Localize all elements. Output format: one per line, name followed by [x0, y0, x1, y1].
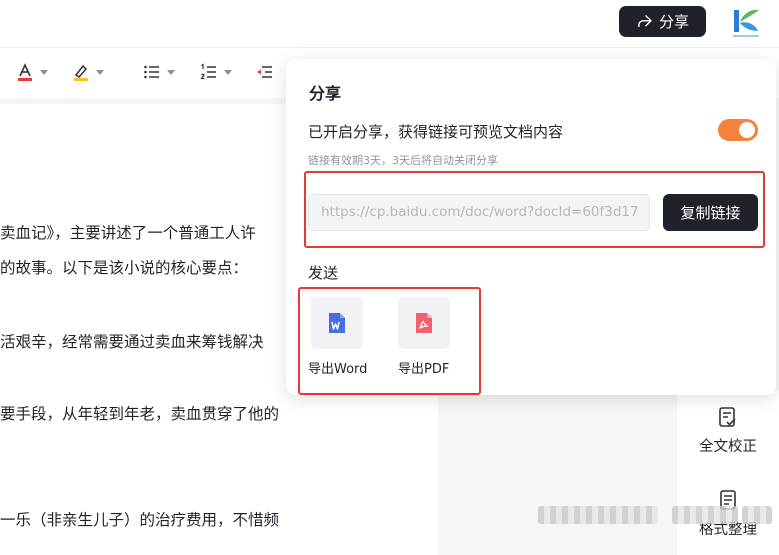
highlight-tool[interactable]: [72, 60, 104, 84]
font-color-icon: [18, 63, 32, 81]
share-button-label: 分享: [658, 13, 689, 31]
outdent-tool[interactable]: [256, 60, 274, 84]
bullet-list-tool[interactable]: [143, 60, 175, 84]
chevron-down-icon: [40, 69, 48, 75]
doc-line: 卖血记》，主要讲述了一个普通工人许: [0, 224, 256, 242]
proofread-icon: [719, 407, 736, 427]
send-section-label: 发送: [308, 264, 339, 282]
share-enabled-text: 已开启分享，获得链接可预览文档内容: [308, 123, 564, 141]
watermark-blur: [672, 506, 738, 524]
numbered-list-icon: [200, 63, 216, 80]
font-color-tool[interactable]: [16, 60, 48, 84]
ai-tools-panel: 全文校正 格式整理: [677, 390, 779, 555]
outdent-icon: [257, 66, 272, 78]
doc-line: 一乐（非亲生儿子）的治疗费用，不惜频: [0, 511, 280, 529]
toggle-knob: [739, 122, 755, 138]
annotation-highlight-box: [298, 287, 481, 395]
annotation-highlight-box: [304, 171, 765, 248]
share-button[interactable]: 分享: [619, 6, 706, 37]
share-arrow-icon: [638, 15, 652, 28]
share-expiry-hint: 链接有效期3天，3天后将自动关闭分享: [308, 154, 498, 167]
side-item-label: 格式整理: [699, 522, 757, 538]
doc-line: 的故事。以下是该小说的核心要点：: [0, 259, 249, 277]
share-toggle[interactable]: [718, 119, 758, 141]
doc-line: 要手段，从年轻到年老，卖血贯穿了他的: [0, 405, 280, 423]
watermark-blur: [538, 506, 658, 524]
highlighter-icon: [74, 64, 88, 81]
doc-line: 活艰辛，经常需要通过卖血来筹钱解决: [0, 333, 264, 351]
chevron-down-icon: [167, 69, 175, 75]
numbered-list-tool[interactable]: [200, 60, 232, 84]
side-item-proofread[interactable]: 全文校正: [688, 407, 768, 456]
share-popover-title: 分享: [309, 84, 342, 103]
bullet-list-icon: [144, 65, 159, 79]
chevron-down-icon: [96, 69, 104, 75]
share-popover: 分享 已开启分享，获得链接可预览文档内容 链接有效期3天，3天后将自动关闭分享 …: [286, 59, 776, 395]
app-logo[interactable]: [728, 4, 764, 40]
side-item-label: 全文校正: [699, 439, 757, 455]
chevron-down-icon: [224, 69, 232, 75]
watermark-blur: [742, 506, 772, 524]
